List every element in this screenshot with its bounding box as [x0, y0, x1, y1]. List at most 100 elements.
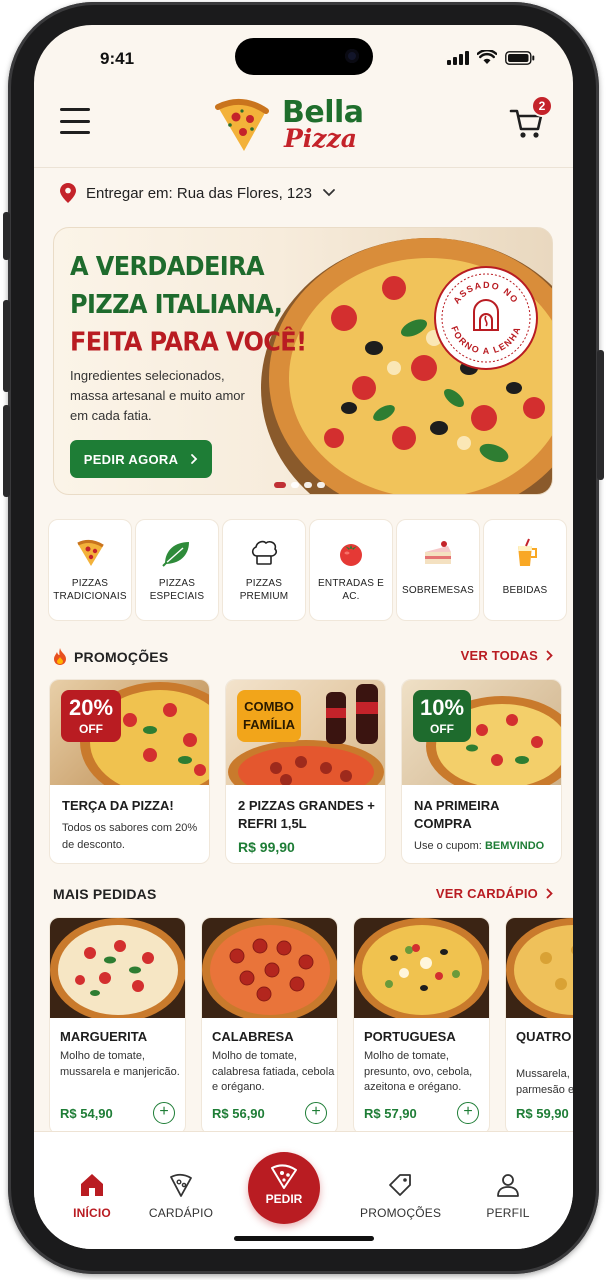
- pizza-logo-icon: [215, 98, 269, 151]
- product-card[interactable]: PORTUGUESA Molho de tomate, presunto, ov…: [353, 917, 490, 1135]
- status-time: 9:41: [100, 49, 135, 68]
- cake-slice-icon: [425, 541, 451, 564]
- promo-image: 10% OFF: [402, 680, 561, 785]
- hamburger-menu-icon[interactable]: [60, 108, 90, 134]
- nav-menu[interactable]: CARDÁPIO: [141, 1169, 221, 1220]
- product-description: Mussarela, gorgonzola, parmesão e mussar…: [516, 1068, 573, 1096]
- discount-badge: 10% OFF: [413, 690, 471, 742]
- promo-price: R$ 99,90: [238, 839, 295, 855]
- promotions-title: PROMOÇÕES: [74, 648, 169, 665]
- carousel-dot[interactable]: [291, 482, 299, 488]
- cart-button[interactable]: 2: [509, 95, 553, 141]
- category-pizzas-tradicionais[interactable]: PIZZAS TRADICIONAIS: [48, 519, 132, 621]
- hero-banner[interactable]: ASSADO NO FORNO A LENHA A VERDADEIRA PIZ…: [53, 227, 553, 495]
- user-icon: [497, 1174, 519, 1197]
- chevron-right-icon: [546, 888, 553, 899]
- category-pizzas-premium[interactable]: PIZZAS PREMIUM: [222, 519, 306, 621]
- most-ordered-header: MAIS PEDIDAS VER CARDÁPIO: [53, 883, 553, 905]
- coupon-code: BEMVINDO: [484, 840, 545, 852]
- home-indicator: [234, 1236, 374, 1241]
- app-screen: 9:41 Bella Pizza 2 Entregar em: Rua das …: [34, 25, 573, 1249]
- category-label: SOBREMESAS: [401, 584, 475, 596]
- drink-icon: [518, 538, 537, 566]
- mute-switch: [3, 212, 10, 260]
- see-all-promotions-link[interactable]: VER TODAS: [461, 648, 553, 663]
- hero-subtitle: Ingredientes selecionados, massa artesan…: [70, 368, 245, 423]
- see-menu-link[interactable]: VER CARDÁPIO: [436, 886, 553, 901]
- promo-coupon-line: Use o cupom: BEMVINDO: [414, 840, 545, 852]
- carousel-dot[interactable]: [304, 482, 312, 488]
- most-ordered-list: MARGUERITA Molho de tomate, mussarela e …: [49, 917, 573, 1135]
- nav-profile[interactable]: PERFIL: [468, 1169, 548, 1220]
- carousel-dot[interactable]: [317, 482, 325, 488]
- category-list: PIZZAS TRADICIONAIS PIZZAS ESPECIAIS PIZ…: [48, 519, 573, 621]
- fire-icon: [54, 648, 66, 665]
- product-price: R$ 59,90: [516, 1106, 569, 1121]
- svg-text:ASSADO NO: ASSADO NO: [451, 280, 520, 306]
- home-icon: [81, 1174, 103, 1196]
- power-button: [597, 350, 604, 480]
- order-now-label: PEDIR AGORA: [83, 451, 179, 467]
- most-ordered-title: MAIS PEDIDAS: [53, 886, 157, 902]
- volume-up-button: [3, 300, 10, 392]
- cart-count-badge: 2: [531, 95, 553, 117]
- product-name: PORTUGUESA: [364, 1029, 456, 1044]
- promo-description: Todos os sabores com 20% de desconto.: [62, 822, 198, 851]
- nav-promotions[interactable]: PROMOÇÕES: [360, 1169, 441, 1220]
- seal-text-top: ASSADO NO: [451, 280, 519, 306]
- brand-logo: Bella Pizza: [212, 93, 372, 155]
- category-entradas[interactable]: ENTRADAS E AC.: [309, 519, 393, 621]
- order-now-button[interactable]: PEDIR AGORA: [70, 440, 212, 478]
- combo-badge: COMBO FAMÍLIA: [237, 690, 301, 742]
- product-image: [506, 918, 573, 1018]
- product-name: MARGUERITA: [60, 1029, 148, 1044]
- category-bebidas[interactable]: BEBIDAS: [483, 519, 567, 621]
- promo-card[interactable]: COMBO FAMÍLIA 2 PIZZAS GRANDES + REFRI 1…: [225, 679, 386, 864]
- chevron-right-icon: [546, 650, 553, 661]
- product-card[interactable]: QUATRO QUEIJOS Mussarela, gorgonzola, pa…: [505, 917, 573, 1135]
- logo-word-pizza: Pizza: [284, 124, 357, 153]
- pizza-slice-icon: [271, 1164, 297, 1189]
- product-image: [50, 918, 185, 1018]
- add-to-cart-button[interactable]: +: [305, 1102, 327, 1124]
- delivery-address-selector[interactable]: Entregar em: Rua das Flores, 123: [60, 181, 336, 205]
- add-to-cart-button[interactable]: +: [153, 1102, 175, 1124]
- product-image: [354, 918, 489, 1018]
- signal-icon: [447, 50, 469, 65]
- product-name: CALABRESA: [212, 1029, 294, 1044]
- nav-home[interactable]: INÍCIO: [52, 1169, 132, 1220]
- promotions-header: PROMOÇÕES VER TODAS: [53, 645, 553, 667]
- product-description: Molho de tomate, mussarela e manjericão.: [60, 1050, 180, 1078]
- promo-title: TERÇA DA PIZZA!: [62, 798, 174, 813]
- promo-title: NA PRIMEIRA COMPRA: [414, 798, 499, 831]
- chevron-down-icon: [323, 189, 335, 197]
- product-description: Molho de tomate, calabresa fatiada, cebo…: [212, 1050, 335, 1093]
- pizza-slice-icon: [77, 539, 104, 566]
- category-label: PIZZAS PREMIUM: [239, 578, 289, 602]
- battery-icon: [505, 50, 535, 65]
- hero-title-line-3: FEITA PARA VOCÊ!: [70, 326, 307, 358]
- category-pizzas-especiais[interactable]: PIZZAS ESPECIAIS: [135, 519, 219, 621]
- product-description: Molho de tomate, presunto, ovo, cebola, …: [364, 1050, 473, 1093]
- category-sobremesas[interactable]: SOBREMESAS: [396, 519, 480, 621]
- nav-order-button[interactable]: PEDIR: [248, 1152, 320, 1224]
- location-pin-icon: [60, 183, 76, 203]
- chevron-right-icon: [191, 454, 198, 464]
- promo-card[interactable]: 20% OFF TERÇA DA PIZZA! Todos os sabores…: [49, 679, 210, 864]
- discount-badge: 20% OFF: [61, 690, 121, 742]
- category-label: BEBIDAS: [502, 584, 548, 596]
- chef-hat-icon: [251, 540, 278, 565]
- hero-title-line-1: A VERDADEIRA: [70, 251, 265, 282]
- promo-card[interactable]: 10% OFF NA PRIMEIRA COMPRA Use o cupom: …: [401, 679, 562, 864]
- product-card[interactable]: MARGUERITA Molho de tomate, mussarela e …: [49, 917, 186, 1135]
- wifi-icon: [477, 50, 497, 64]
- add-to-cart-button[interactable]: +: [457, 1102, 479, 1124]
- oven-icon: [473, 299, 499, 331]
- carousel-dots[interactable]: [274, 482, 325, 488]
- status-bar: 9:41: [34, 47, 573, 71]
- carousel-dot[interactable]: [274, 482, 286, 488]
- product-card[interactable]: CALABRESA Molho de tomate, calabresa fat…: [201, 917, 338, 1135]
- promo-image: 20% OFF: [50, 680, 209, 785]
- basil-leaf-icon: [162, 542, 189, 567]
- volume-down-button: [3, 405, 10, 497]
